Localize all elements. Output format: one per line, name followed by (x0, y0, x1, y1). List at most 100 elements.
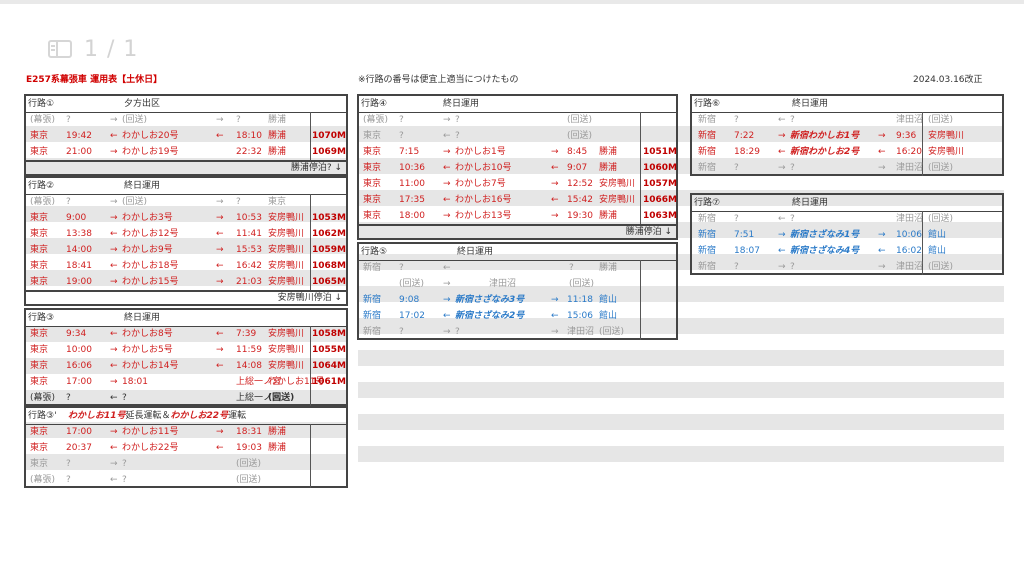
cell-ar: ← (443, 195, 451, 205)
cell-ar: → (110, 197, 118, 207)
cell-ar: → (110, 345, 118, 355)
cell-ar2: ← (216, 361, 224, 371)
cell-dst: 安房鴨川 (268, 277, 305, 287)
cell-t2: 19:03 (236, 443, 262, 453)
cell-ar: → (110, 277, 118, 287)
cell-dst: 安房鴨川 (268, 329, 305, 339)
table-row: 新宿? ←? 津田沼 (回送) (692, 211, 1002, 227)
cell-t1: 17:00 (66, 377, 92, 387)
cell-t1: 7:22 (734, 131, 755, 141)
cell-a: 東京 (30, 131, 49, 141)
cell-a: (幕張) (30, 115, 56, 125)
cell-ar: → (443, 279, 451, 289)
cell-ar: ← (778, 214, 786, 224)
table-row: 新宿? ←? 津田沼 (回送) (692, 112, 1002, 128)
cell-t2: 22:32 (236, 147, 262, 157)
cell-ar2: → (551, 147, 559, 157)
cell-tr: ? (455, 131, 460, 141)
cell-t1: 19:42 (66, 131, 92, 141)
route-label: 行路⑤ (361, 247, 388, 257)
cell-a: 新宿 (363, 327, 382, 337)
cell-ar: → (443, 295, 451, 305)
cell-dst: 館山 (928, 230, 947, 240)
cell-dst: 館山 (599, 311, 618, 321)
route-header: 行路② 終日運用 (26, 178, 346, 195)
table-row: 東京 18:41 ← わかしお18号 ← 16:42 安房鴨川 1068M (26, 258, 346, 274)
cell-a: (幕張) (363, 115, 389, 125)
cell-a: 東京 (30, 245, 49, 255)
cell-a: (幕張) (30, 393, 56, 403)
page-indicator[interactable]: 1 / 1 (48, 36, 138, 62)
cell-t2: 15:53 (236, 245, 262, 255)
train-number: 1066M (643, 195, 678, 205)
cell-dst: 勝浦 (599, 263, 618, 273)
route-title-part: わかしお11号 (68, 411, 126, 421)
cell-tr: わかしお3号 (122, 213, 173, 223)
table-row: 東京 17:35 ← わかしお16号 ← 15:42 安房鴨川 1066M (359, 192, 678, 208)
cell-ar: → (110, 245, 118, 255)
cell-a: 新宿 (363, 295, 382, 305)
cell-dst: 勝浦 (599, 211, 618, 221)
cell-t2: 15:42 (567, 195, 593, 205)
route-title: 夕方出区 (124, 99, 161, 109)
table-row: (幕張)? → (回送) →? 勝浦 (26, 112, 346, 128)
sidebar-toggle-icon[interactable] (48, 40, 72, 58)
cell-tr: わかしお15号 (122, 277, 179, 287)
table-row: 新宿 17:02 ← 新宿さざなみ2号 ← 15:06 館山 (359, 308, 676, 324)
train-number: 1061M (312, 377, 347, 387)
route-block-r2: 行路② 終日運用 (幕張)? → (回送) →? 東京 東京 9:00 → わかしお3号 → 10:53… (24, 176, 348, 306)
cell-t1: 7:15 (399, 147, 420, 157)
cell-ar2: → (878, 131, 886, 141)
table-row: 東京 17:00 → 18:01 上総一ノ宮 わかしお11号 1061M (26, 374, 346, 390)
cell-ar: ← (443, 131, 451, 141)
cell-ar2: → (551, 179, 559, 189)
table-row: 新宿? →? → 津田沼 (回送) (359, 324, 676, 340)
cell-ar2: → (551, 327, 559, 337)
route-header: 行路⑥ 終日運用 (692, 96, 1002, 113)
cell-t1: 16:06 (66, 361, 92, 371)
route-header: 行路① 夕方出区 (26, 96, 346, 113)
cell-ar2: → (551, 211, 559, 221)
cell-t1: 17:00 (66, 427, 92, 437)
cell-dst: (回送) (928, 262, 954, 272)
document-title: E257系幕張車 運用表【土休日】 (26, 75, 163, 85)
cell-a: 東京 (30, 427, 49, 437)
cell-ar: → (110, 377, 118, 387)
train-number: 1063M (643, 211, 678, 221)
cell-tr: ? (122, 393, 127, 403)
cell-dst: 勝浦 (599, 163, 618, 173)
cell-dst: 勝浦 (268, 427, 287, 437)
train-number: 1057M (643, 179, 678, 189)
cell-ar: ← (778, 147, 786, 157)
cell-a: (幕張) (30, 197, 56, 207)
cell-a: 新宿 (698, 131, 717, 141)
cell-dst: 館山 (599, 295, 618, 305)
cell-dst: 安房鴨川 (928, 147, 965, 157)
cell-ar: → (778, 163, 786, 173)
cell-t2: 12:52 (567, 179, 593, 189)
cell-t2: 14:08 (236, 361, 262, 371)
route-block-r4: 行路④ 終日運用 (幕張)? →? (回送) 東京? ←? (回送) 東京 7:15 → わかしお1号… (357, 94, 678, 240)
cell-ar: ← (110, 131, 118, 141)
cell-dst: 安房鴨川 (599, 179, 636, 189)
cell-t2: 津田沼 (896, 163, 924, 173)
cell-tr: ? (790, 214, 795, 224)
cell-tr: わかしお18号 (122, 261, 179, 271)
table-row: 東京 9:00 → わかしお3号 → 10:53 安房鴨川 1053M (26, 210, 346, 226)
cell-t2: 津田沼 (567, 327, 595, 337)
cell-t2: ? (569, 263, 574, 273)
cell-tr: わかしお11号 (122, 427, 179, 437)
cell-tr: わかしお14号 (122, 361, 179, 371)
cell-ar2: ← (551, 195, 559, 205)
cell-t1: (回送) (399, 279, 425, 289)
cell-t1: ? (66, 115, 71, 125)
cell-t1: 18:29 (734, 147, 760, 157)
table-row: 東京 9:34 ← わかしお8号 ← 7:39 安房鴨川 1058M (26, 326, 346, 342)
cell-ar2: → (216, 345, 224, 355)
cell-tr: (回送) (122, 197, 148, 207)
cell-tr: わかしお5号 (122, 345, 173, 355)
table-row: 東京 14:00 → わかしお9号 → 15:53 安房鴨川 1059M (26, 242, 346, 258)
table-row: 東京? →? (回送) (26, 456, 346, 472)
cell-t2: 18:31 (236, 427, 262, 437)
cell-dst: 勝浦 (268, 115, 287, 125)
